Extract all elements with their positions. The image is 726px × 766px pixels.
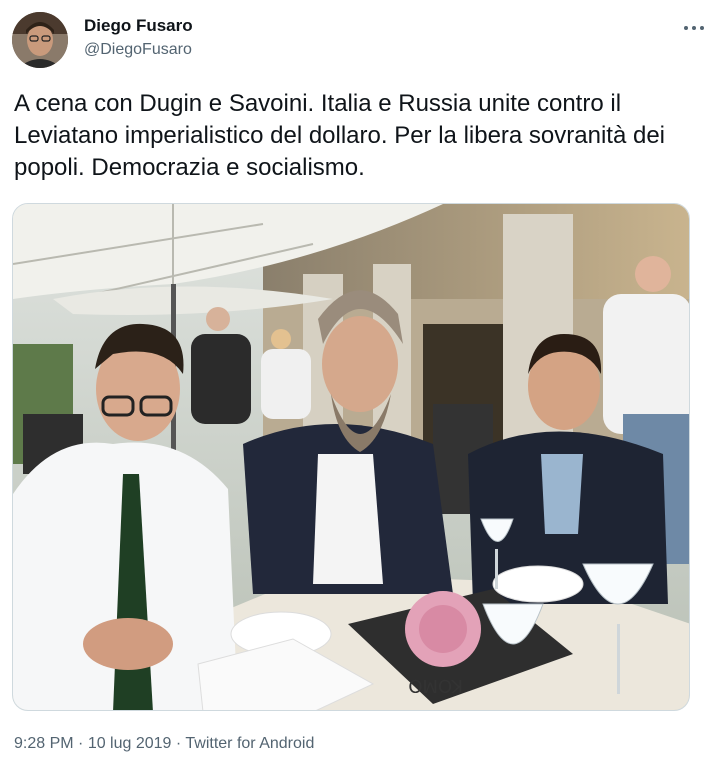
book-label: KOMO <box>408 675 463 696</box>
meta-separator: · <box>73 735 88 752</box>
more-dot <box>700 26 704 30</box>
photo-illustration: KOMO <box>13 204 689 710</box>
tweet-photo[interactable]: KOMO <box>12 203 690 711</box>
avatar[interactable] <box>12 12 68 68</box>
tweet-meta: 9:28 PM · 10 lug 2019 · Twitter for Andr… <box>14 735 314 753</box>
more-dot <box>684 26 688 30</box>
meta-separator: · <box>171 735 186 752</box>
tweet-source[interactable]: Twitter for Android <box>185 735 314 752</box>
more-dot <box>692 26 696 30</box>
tweet-time[interactable]: 9:28 PM <box>14 735 74 752</box>
more-icon[interactable] <box>684 18 704 38</box>
tweet-text: A cena con Dugin e Savoini. Italia e Rus… <box>14 90 666 181</box>
tweet: Diego Fusaro @DiegoFusaro A cena con Dug… <box>0 0 726 766</box>
author-name[interactable]: Diego Fusaro <box>84 16 193 36</box>
author-handle[interactable]: @DiegoFusaro <box>84 41 192 59</box>
tweet-date[interactable]: 10 lug 2019 <box>88 735 172 752</box>
